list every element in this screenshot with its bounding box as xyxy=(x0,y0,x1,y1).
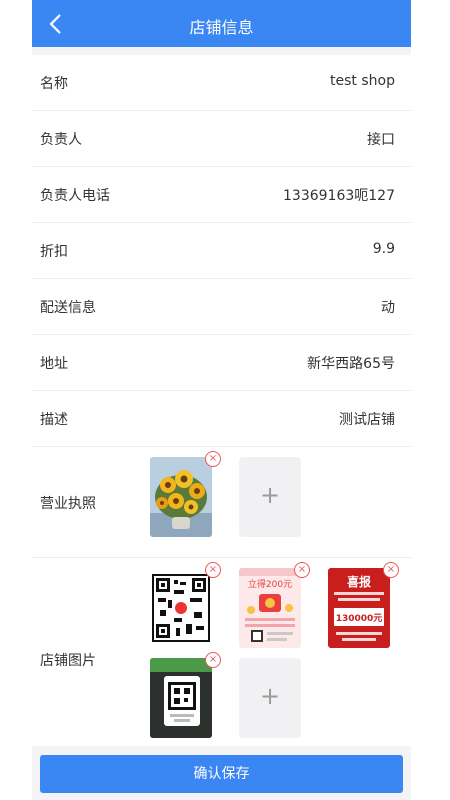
footer-bar: 确认保存 xyxy=(32,746,411,800)
shop-image-poster[interactable]: 喜报 130000元 xyxy=(328,568,390,648)
field-label: 地址 xyxy=(40,356,68,372)
field-value[interactable]: test shop xyxy=(330,73,395,89)
license-image[interactable] xyxy=(150,457,212,537)
shop-info-page: 店铺信息 名称 test shop 负责人 接口 负责人电话 13369163呃… xyxy=(32,0,411,800)
shop-image-screenshot[interactable] xyxy=(150,658,212,738)
sunflower-photo xyxy=(150,457,212,537)
form: 名称 test shop 负责人 接口 负责人电话 13369163呃127 折… xyxy=(32,55,411,753)
field-value[interactable]: 9.9 xyxy=(373,241,395,257)
delete-license-image-icon[interactable]: × xyxy=(205,451,221,467)
delete-shop-image-icon[interactable]: × xyxy=(383,562,399,578)
poster-amount: 130000元 xyxy=(336,613,383,624)
field-value[interactable]: 测试店铺 xyxy=(339,409,395,429)
save-button[interactable]: 确认保存 xyxy=(40,755,403,793)
field-description-row[interactable]: 描述 测试店铺 xyxy=(32,391,411,447)
qrcode-image xyxy=(150,568,212,648)
delete-shop-image-icon[interactable]: × xyxy=(294,562,310,578)
shop-image-qrcode[interactable] xyxy=(150,568,212,648)
field-value[interactable]: 接口 xyxy=(367,129,395,149)
field-value[interactable]: 新华西路65号 xyxy=(307,353,395,373)
promo-headline: 立得200元 xyxy=(248,578,292,590)
field-label: 负责人电话 xyxy=(40,188,110,204)
field-phone-row[interactable]: 负责人电话 13369163呃127 xyxy=(32,167,411,223)
field-label: 折扣 xyxy=(40,244,68,260)
delete-shop-image-icon[interactable]: × xyxy=(205,562,221,578)
page-title: 店铺信息 xyxy=(189,18,254,37)
field-manager-row[interactable]: 负责人 接口 xyxy=(32,111,411,167)
field-label: 描述 xyxy=(40,412,68,428)
poster-title: 喜报 xyxy=(347,574,371,589)
screenshot-image xyxy=(150,658,212,738)
field-discount-row[interactable]: 折扣 9.9 xyxy=(32,223,411,279)
field-label: 配送信息 xyxy=(40,300,96,316)
plus-icon: + xyxy=(259,481,281,509)
add-shop-image-button[interactable]: + xyxy=(239,658,301,738)
shop-image-promo[interactable]: 立得200元 xyxy=(239,568,301,648)
delete-shop-image-icon[interactable]: × xyxy=(205,652,221,668)
poster-image: 喜报 130000元 xyxy=(328,568,390,648)
plus-icon: + xyxy=(259,682,281,710)
field-label: 名称 xyxy=(40,76,68,92)
field-value[interactable]: 动 xyxy=(381,297,395,317)
shop-images-row: 店铺图片 × 立得200元 × 喜报 130000元 × × + xyxy=(32,558,411,753)
shop-images-label: 店铺图片 xyxy=(40,653,96,669)
field-name-row[interactable]: 名称 test shop xyxy=(32,55,411,111)
field-value[interactable]: 13369163呃127 xyxy=(283,185,395,205)
add-license-image-button[interactable]: + xyxy=(239,457,301,537)
license-row: 营业执照 × + xyxy=(32,447,411,558)
license-label: 营业执照 xyxy=(40,496,96,512)
field-address-row[interactable]: 地址 新华西路65号 xyxy=(32,335,411,391)
top-bar: 店铺信息 xyxy=(32,0,411,47)
field-label: 负责人 xyxy=(40,132,82,148)
promo-image: 立得200元 xyxy=(239,568,301,648)
field-delivery-row[interactable]: 配送信息 动 xyxy=(32,279,411,335)
